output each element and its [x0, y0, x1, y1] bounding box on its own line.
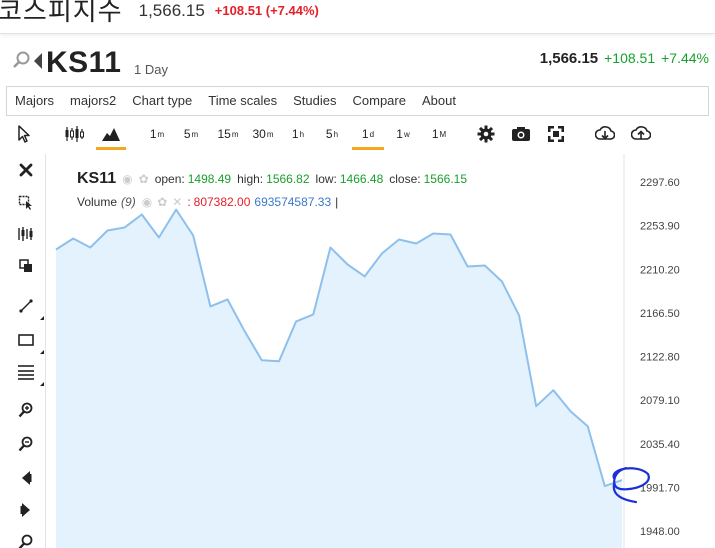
high-value: 1566.82 [266, 172, 310, 186]
volume-legend: Volume (9) ◉ ✿ ✕ : 807382.00 693574587.3… [77, 195, 338, 209]
low-value: 1466.48 [339, 172, 384, 186]
y-tick-label: 2297.60 [640, 177, 680, 189]
zoom-reset-icon[interactable] [14, 530, 38, 548]
fibonacci-icon[interactable] [14, 360, 44, 386]
select-delete-icon[interactable] [14, 190, 38, 214]
volume-end: | [335, 195, 339, 209]
ohlc-legend: KS11 ◉ ✿ open: 1498.49 high: 1566.82 low… [77, 170, 473, 188]
menu-compare[interactable]: Compare [345, 87, 414, 115]
price-chart[interactable]: 2297.60 2253.90 2210.20 2166.50 2122.80 2079.… [46, 154, 715, 548]
magnet-icon[interactable] [14, 222, 38, 246]
y-tick-label: 1948.00 [640, 526, 680, 538]
interval-1m[interactable]: 1m [146, 122, 168, 146]
symbol-change-pct: +7.44% [661, 50, 709, 66]
cursor-icon[interactable] [14, 122, 34, 146]
legend-symbol: KS11 [77, 170, 117, 187]
mountain-chart-icon[interactable] [96, 122, 126, 150]
y-tick-label: 2253.90 [640, 221, 680, 233]
eye-icon[interactable]: ◉ [142, 195, 152, 209]
symbol-ticker[interactable]: KS11 [46, 46, 121, 80]
interval-1h[interactable]: 1h [288, 122, 308, 146]
download-icon[interactable] [594, 122, 616, 146]
candlestick-icon[interactable] [62, 122, 86, 146]
rectangle-icon[interactable] [14, 328, 44, 354]
close-icon[interactable] [14, 158, 38, 182]
y-tick-label: 2166.50 [640, 308, 680, 320]
chevron-left-icon[interactable] [33, 51, 43, 71]
interval-1M[interactable]: 1M [428, 122, 450, 146]
menu-chart-type[interactable]: Chart type [124, 87, 200, 115]
chart-area[interactable]: 2297.60 2253.90 2210.20 2166.50 2122.80 2079.… [46, 154, 715, 548]
interval-30m[interactable]: 30 m [248, 122, 278, 146]
y-tick-label: 2210.20 [640, 264, 680, 276]
symbol-row: KS11 1 Day 1,566.15 +108.51 +7.44% [0, 38, 715, 86]
symbol-quote: 1,566.15 +108.51 +7.44% [540, 50, 709, 67]
banner-price: 1,566.15 [138, 0, 205, 20]
eye-icon[interactable]: ◉ [122, 172, 132, 186]
low-label: low: [315, 172, 337, 186]
trendline-icon[interactable] [14, 294, 44, 320]
open-value: 1498.49 [187, 172, 232, 186]
menu-majors[interactable]: Majors [7, 87, 62, 115]
zoom-in-icon[interactable] [14, 398, 38, 422]
y-tick-label: 2035.40 [640, 439, 680, 451]
interval-1w[interactable]: 1w [392, 122, 414, 146]
clone-icon[interactable] [14, 254, 38, 278]
scroll-left-icon[interactable] [14, 466, 38, 490]
fullscreen-icon[interactable] [546, 122, 566, 146]
menu-about[interactable]: About [414, 87, 464, 115]
close-value: 1566.15 [423, 172, 468, 186]
zoom-out-icon[interactable] [14, 432, 38, 456]
y-tick-label: 2122.80 [640, 352, 680, 364]
banner-change: +108.51 (+7.44%) [214, 3, 319, 18]
menu-majors2[interactable]: majors2 [62, 87, 124, 115]
camera-icon[interactable] [510, 122, 532, 146]
volume-label: Volume [77, 195, 118, 209]
upload-icon[interactable] [630, 122, 652, 146]
symbol-last: 1,566.15 [539, 50, 599, 67]
gear-icon[interactable]: ✿ [139, 172, 149, 186]
interval-15m[interactable]: 15 m [213, 122, 243, 146]
interval-5h[interactable]: 5h [322, 122, 342, 146]
menu-time-scales[interactable]: Time scales [200, 87, 285, 115]
quote-banner: 코스피지수 1,566.15 +108.51 (+7.44%) [0, 0, 715, 34]
symbol-period: 1 Day [134, 62, 168, 77]
symbol-change: +108.51 [604, 50, 656, 66]
drawing-toolbox [6, 154, 46, 548]
high-label: high: [237, 172, 264, 186]
open-label: open: [154, 172, 185, 186]
close-label: close: [389, 172, 421, 186]
interval-5m[interactable]: 5m [180, 122, 202, 146]
volume-value-2: 693574587.33 [254, 195, 332, 209]
search-icon[interactable] [12, 50, 32, 70]
y-tick-label: 2079.10 [640, 395, 680, 407]
volume-separator: : [187, 195, 191, 209]
volume-value-1: 807382.00 [193, 195, 251, 209]
menu-bar: Majors majors2 Chart type Time scales St… [6, 86, 709, 116]
index-name: 코스피지수 [0, 0, 123, 27]
volume-param: (9) [121, 195, 136, 209]
scroll-right-icon[interactable] [14, 498, 38, 522]
gear-icon[interactable] [476, 122, 496, 146]
menu-studies[interactable]: Studies [285, 87, 344, 115]
chart-toolbar: 1m 5m 15 m 30 m 1h 5h 1d 1w 1M [6, 116, 709, 152]
price-area [56, 209, 622, 548]
interval-1d[interactable]: 1d [352, 122, 384, 150]
gear-icon[interactable]: ✿ [157, 195, 167, 209]
remove-icon[interactable]: ✕ [172, 195, 182, 209]
